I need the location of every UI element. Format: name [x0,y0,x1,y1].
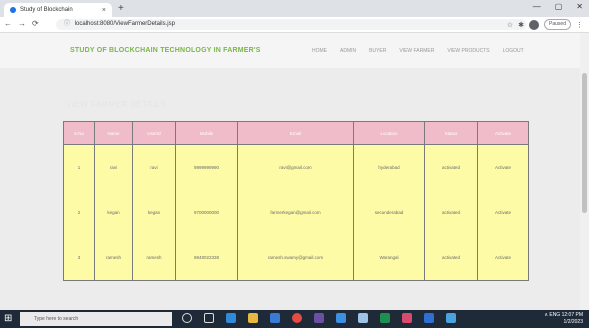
cell-status: activated [424,190,478,235]
star-icon[interactable]: ☆ [507,21,513,29]
cell-userid: ravi [132,144,176,190]
cell-name: kegan [94,190,133,235]
table-row: 3 ramesh ramesh 9848022338 ramesh.swamy@… [63,235,529,281]
site-navbar: STUDY OF BLOCKCHAIN TECHNOLOGY IN FARMER… [0,33,580,68]
page-scrollbar[interactable] [580,33,589,310]
paint-icon[interactable] [402,313,412,323]
new-tab-button[interactable]: + [118,3,124,14]
cell-userid: ramesh [132,235,176,281]
cell-mobile: 9848022338 [175,235,238,281]
forward-icon[interactable]: → [18,19,26,28]
profile-status-pill[interactable]: Paused [544,19,571,30]
mail-icon[interactable] [336,313,346,323]
site-menu: HOME ADMIN BUYER VIEW FARMER VIEW PRODUC… [312,48,524,54]
table-header-row: S.No Name UserId Mobile Email Location S… [63,121,529,145]
cell-location: secunderabad [353,190,425,235]
cell-location: hyderabad [353,144,425,190]
header-mobile: Mobile [175,121,238,145]
site-brand[interactable]: STUDY OF BLOCKCHAIN TECHNOLOGY IN FARMER… [70,47,261,54]
url-text: localhost:8080/ViewFarmerDetails.jsp [74,21,175,27]
edge-icon[interactable] [226,313,236,323]
menu-view-products[interactable]: VIEW PRODUCTS [447,48,489,54]
cell-email: ramesh.swamy@gmail.com [237,235,354,281]
cell-sno: 3 [63,235,95,281]
windows-start-icon[interactable]: ⊞ [4,313,16,325]
taskbar-search-input[interactable]: Type here to search [20,312,172,326]
clock-time: 12:07 PM [561,312,583,318]
tab-close-icon[interactable]: × [102,7,106,14]
browser-titlebar: Study of Blockchain × + — ▢ ✕ [0,0,589,17]
page-title: VIEW FARMER DETAILS [66,100,167,109]
farmer-table: S.No Name UserId Mobile Email Location S… [63,121,529,281]
toolbar-right: ☆ ✱ Paused ⋮ [507,19,583,30]
cell-status: activated [424,235,478,281]
profile-avatar[interactable] [529,19,540,30]
cortana-icon[interactable] [182,313,192,323]
close-window-button[interactable]: ✕ [576,2,583,11]
activate-link[interactable]: Activate [477,144,529,190]
store-icon[interactable] [270,313,280,323]
terminal-icon[interactable] [380,313,390,323]
reload-icon[interactable]: ⟳ [32,19,39,28]
cell-status: activated [424,144,478,190]
table-row: 2 kegan kegan 9700000000 farmerkegan@gma… [63,190,529,235]
tray-icons: ∧ ENG [544,312,561,318]
tab-title: Study of Blockchain [20,7,73,13]
extensions-icon[interactable]: ✱ [518,21,524,29]
window-controls: — ▢ ✕ [533,2,583,11]
cell-name: ravi [94,144,133,190]
taskbar: ⊞ Type here to search ∧ ENG 12:07 PM 1/2… [0,310,589,328]
file-explorer-icon[interactable] [248,313,258,323]
menu-buyer[interactable]: BUYER [369,48,386,54]
cell-sno: 1 [63,144,95,190]
clock-date: 1/2/2023 [563,319,583,325]
browser-toolbar: ← → ⟳ ⓘ localhost:8080/ViewFarmerDetails… [0,17,589,33]
header-email: Email [237,121,354,145]
cell-userid: kegan [132,190,176,235]
info-icon: ⓘ [64,21,71,27]
minimize-button[interactable]: — [533,2,541,11]
address-bar[interactable]: ⓘ localhost:8080/ViewFarmerDetails.jsp [56,19,526,30]
menu-view-farmer[interactable]: VIEW FARMER [399,48,434,54]
page-viewport: STUDY OF BLOCKCHAIN TECHNOLOGY IN FARMER… [0,33,580,310]
header-status: Status [424,121,478,145]
header-userid: UserId [132,121,176,145]
activate-link[interactable]: Activate [477,190,529,235]
taskbar-app-icons [182,313,456,323]
menu-home[interactable]: HOME [312,48,327,54]
scrollbar-thumb[interactable] [582,73,587,213]
cell-email: ravi@gmail.com [237,144,354,190]
table-row: 1 ravi ravi 9999999990 ravi@gmail.com hy… [63,144,529,190]
chrome-icon[interactable] [292,313,302,323]
app-icon[interactable] [446,313,456,323]
nav-buttons: ← → ⟳ [4,19,39,28]
cell-sno: 2 [63,190,95,235]
browser-tab[interactable]: Study of Blockchain × [4,3,112,17]
cell-mobile: 9700000000 [175,190,238,235]
system-tray[interactable]: ∧ ENG 12:07 PM 1/2/2023 [544,312,583,326]
eclipse-icon[interactable] [314,313,324,323]
menu-logout[interactable]: LOGOUT [503,48,524,54]
back-icon[interactable]: ← [4,19,12,28]
task-view-icon[interactable] [204,313,214,323]
activate-link[interactable]: Activate [477,235,529,281]
header-activate: Activate [477,121,529,145]
favicon-icon [10,7,16,13]
settings-icon[interactable] [424,313,434,323]
cell-mobile: 9999999990 [175,144,238,190]
notepad-icon[interactable] [358,313,368,323]
maximize-button[interactable]: ▢ [555,2,563,11]
cell-email: farmerkegan@gmail.com [237,190,354,235]
cell-name: ramesh [94,235,133,281]
header-location: Location [353,121,425,145]
header-sno: S.No [63,121,95,145]
header-name: Name [94,121,133,145]
menu-dots-icon[interactable]: ⋮ [576,21,583,29]
cell-location: Warangal [353,235,425,281]
menu-admin[interactable]: ADMIN [340,48,356,54]
